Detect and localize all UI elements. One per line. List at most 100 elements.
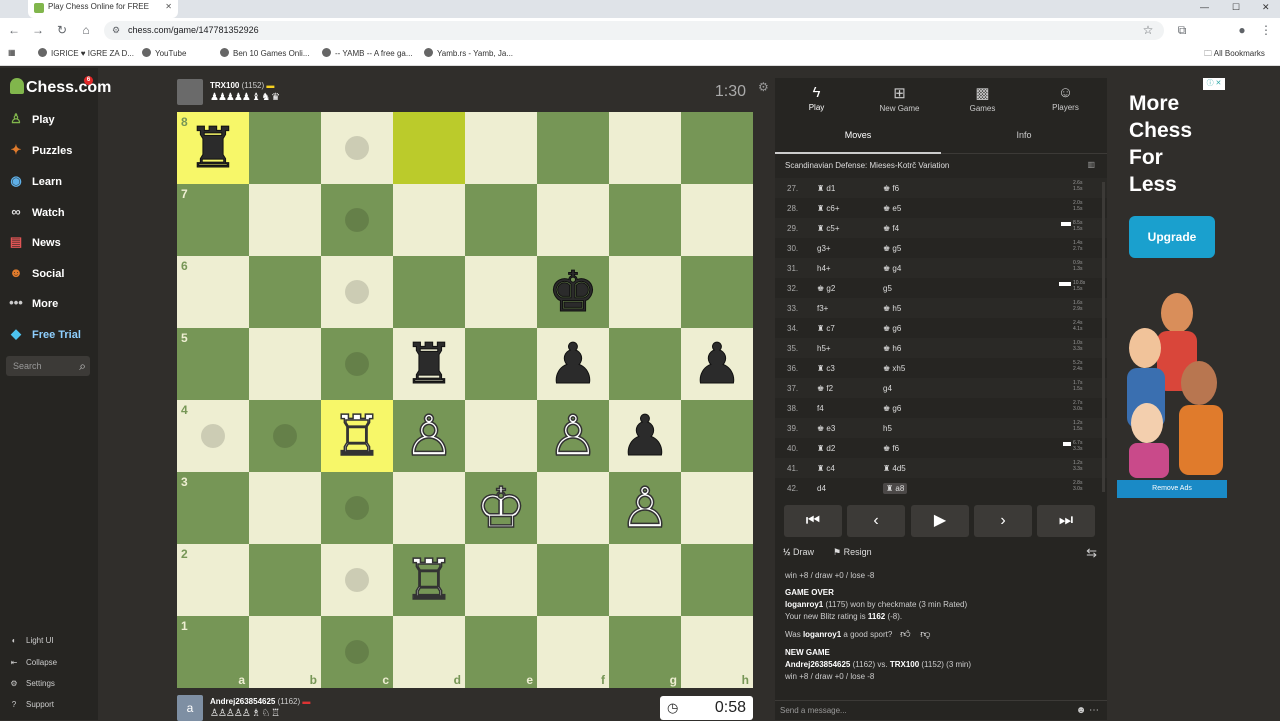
square-a4[interactable]: 4 (177, 400, 249, 472)
square-d4[interactable]: ♙ (393, 400, 465, 472)
black-piece-d5[interactable]: ♜ (393, 328, 465, 400)
white-move[interactable]: f4 (817, 404, 824, 413)
address-bar[interactable]: ⚙ chess.com/game/147781352926 (104, 21, 1164, 40)
square-e6[interactable] (465, 256, 537, 328)
white-move[interactable]: ♚ g2 (817, 284, 835, 293)
sidebar-item-watch[interactable]: ∞ Watch (8, 202, 64, 222)
black-move[interactable]: h5 (883, 424, 892, 433)
bookmark-item[interactable]: -- YAMB -- A free ga... (322, 48, 413, 58)
square-g6[interactable] (609, 256, 681, 328)
white-move[interactable]: h5+ (817, 344, 831, 353)
square-a2[interactable]: 2 (177, 544, 249, 616)
player-name[interactable]: Andrej263854625 (1162) ▬ (210, 697, 310, 706)
square-h4[interactable] (681, 400, 753, 472)
black-move[interactable]: ♚ h5 (883, 304, 901, 313)
white-move[interactable]: ♜ d1 (817, 184, 835, 193)
square-f8[interactable] (537, 112, 609, 184)
white-piece-c4[interactable]: ♖ (321, 400, 393, 472)
legal-move-dot[interactable] (345, 496, 369, 520)
legal-move-dot[interactable] (345, 280, 369, 304)
minimize-icon[interactable]: — (1200, 2, 1209, 12)
square-h3[interactable] (681, 472, 753, 544)
square-c3[interactable] (321, 472, 393, 544)
sidebar-item-puzzles[interactable]: ✦ Puzzles (8, 140, 73, 160)
upgrade-button[interactable]: Upgrade (1129, 216, 1215, 258)
home-icon[interactable]: ⌂ (78, 22, 94, 38)
bookmark-star-icon[interactable]: ☆ (1140, 22, 1156, 38)
sidebar-item-play[interactable]: ♙ Play (8, 109, 54, 129)
white-piece-e3[interactable]: ♔ (465, 472, 537, 544)
sidebar-light-ui[interactable]: ◐ Light UI (8, 636, 54, 645)
bookmark-item[interactable]: IGRICE ♥ IGRE ZA D... (38, 48, 134, 58)
chat-message-input[interactable]: Send a message... ☻ ⋯ (775, 700, 1107, 720)
black-move[interactable]: ♜ 4d5 (883, 464, 906, 473)
sidebar-item-learn[interactable]: ◉ Learn (8, 171, 62, 191)
square-c4[interactable]: ♖ (321, 400, 393, 472)
square-h1[interactable]: h (681, 616, 753, 688)
black-move[interactable]: ♚ h6 (883, 344, 901, 353)
black-move[interactable]: ♚ f6 (883, 184, 899, 193)
legal-move-dot[interactable] (345, 208, 369, 232)
sidebar-support[interactable]: ? Support (8, 700, 54, 709)
square-c1[interactable]: c (321, 616, 393, 688)
white-move[interactable]: ♜ c4 (817, 464, 835, 473)
square-g1[interactable]: g (609, 616, 681, 688)
reload-icon[interactable]: ↻ (54, 22, 70, 38)
square-b3[interactable] (249, 472, 321, 544)
square-f7[interactable] (537, 184, 609, 256)
all-bookmarks[interactable]: 🗀 All Bookmarks (1204, 48, 1265, 62)
square-f5[interactable]: ♟ (537, 328, 609, 400)
apps-icon[interactable]: ▦ (8, 48, 16, 57)
square-g2[interactable] (609, 544, 681, 616)
white-piece-g3[interactable]: ♙ (609, 472, 681, 544)
square-b5[interactable] (249, 328, 321, 400)
opening-name[interactable]: Scandinavian Defense: Mieses-Kotrč Varia… (785, 161, 949, 170)
square-a3[interactable]: 3 (177, 472, 249, 544)
square-b8[interactable] (249, 112, 321, 184)
square-f6[interactable]: ♚ (537, 256, 609, 328)
square-c6[interactable] (321, 256, 393, 328)
maximize-icon[interactable]: ☐ (1232, 2, 1240, 13)
legal-move-dot[interactable] (345, 568, 369, 592)
move-list-scrollbar[interactable] (1102, 182, 1105, 492)
previous-move-button[interactable]: ‹ (847, 505, 905, 537)
white-move[interactable]: ♜ c5+ (817, 224, 840, 233)
square-a5[interactable]: 5 (177, 328, 249, 400)
bookmark-item[interactable]: Ben 10 Games Onli... (220, 48, 309, 58)
square-b1[interactable]: b (249, 616, 321, 688)
square-d5[interactable]: ♜ (393, 328, 465, 400)
square-h7[interactable] (681, 184, 753, 256)
white-piece-d4[interactable]: ♙ (393, 400, 465, 472)
white-move[interactable]: ♜ d2 (817, 444, 835, 453)
ad-banner[interactable]: ⓘ ✕ More Chess For Less Upgrade Remove A… (1117, 78, 1227, 498)
white-move[interactable]: g3+ (817, 244, 831, 253)
flip-board-icon[interactable]: ⇆ (1086, 545, 1097, 561)
legal-move-dot[interactable] (273, 424, 297, 448)
remove-ads-button[interactable]: Remove Ads (1117, 480, 1227, 498)
tab-play[interactable]: ϟ Play (775, 84, 858, 112)
ad-info-icon[interactable]: ⓘ ✕ (1203, 78, 1225, 90)
black-move[interactable]: ♜ a8 (883, 483, 908, 494)
legal-move-dot[interactable] (201, 424, 225, 448)
black-move[interactable]: ♚ g6 (883, 324, 901, 333)
profile-avatar-icon[interactable]: ● (1234, 22, 1250, 38)
square-d7[interactable] (393, 184, 465, 256)
draw-button[interactable]: ½ Draw (783, 547, 814, 557)
black-move[interactable]: ♚ f4 (883, 224, 899, 233)
square-e8[interactable] (465, 112, 537, 184)
close-tab-icon[interactable]: ✕ (165, 2, 172, 11)
square-h5[interactable]: ♟ (681, 328, 753, 400)
square-f3[interactable] (537, 472, 609, 544)
square-a1[interactable]: 1a (177, 616, 249, 688)
black-piece-a8[interactable]: ♜ (177, 112, 249, 184)
square-e1[interactable]: e (465, 616, 537, 688)
square-b6[interactable] (249, 256, 321, 328)
sidebar-item-news[interactable]: ▤ News (8, 232, 61, 252)
emoji-icon[interactable]: ☻ (1076, 705, 1087, 716)
player-avatar[interactable]: a (177, 695, 203, 721)
opponent-avatar[interactable] (177, 79, 203, 105)
square-g5[interactable] (609, 328, 681, 400)
square-f4[interactable]: ♙ (537, 400, 609, 472)
white-move[interactable]: ♚ e3 (817, 424, 835, 433)
square-f2[interactable] (537, 544, 609, 616)
